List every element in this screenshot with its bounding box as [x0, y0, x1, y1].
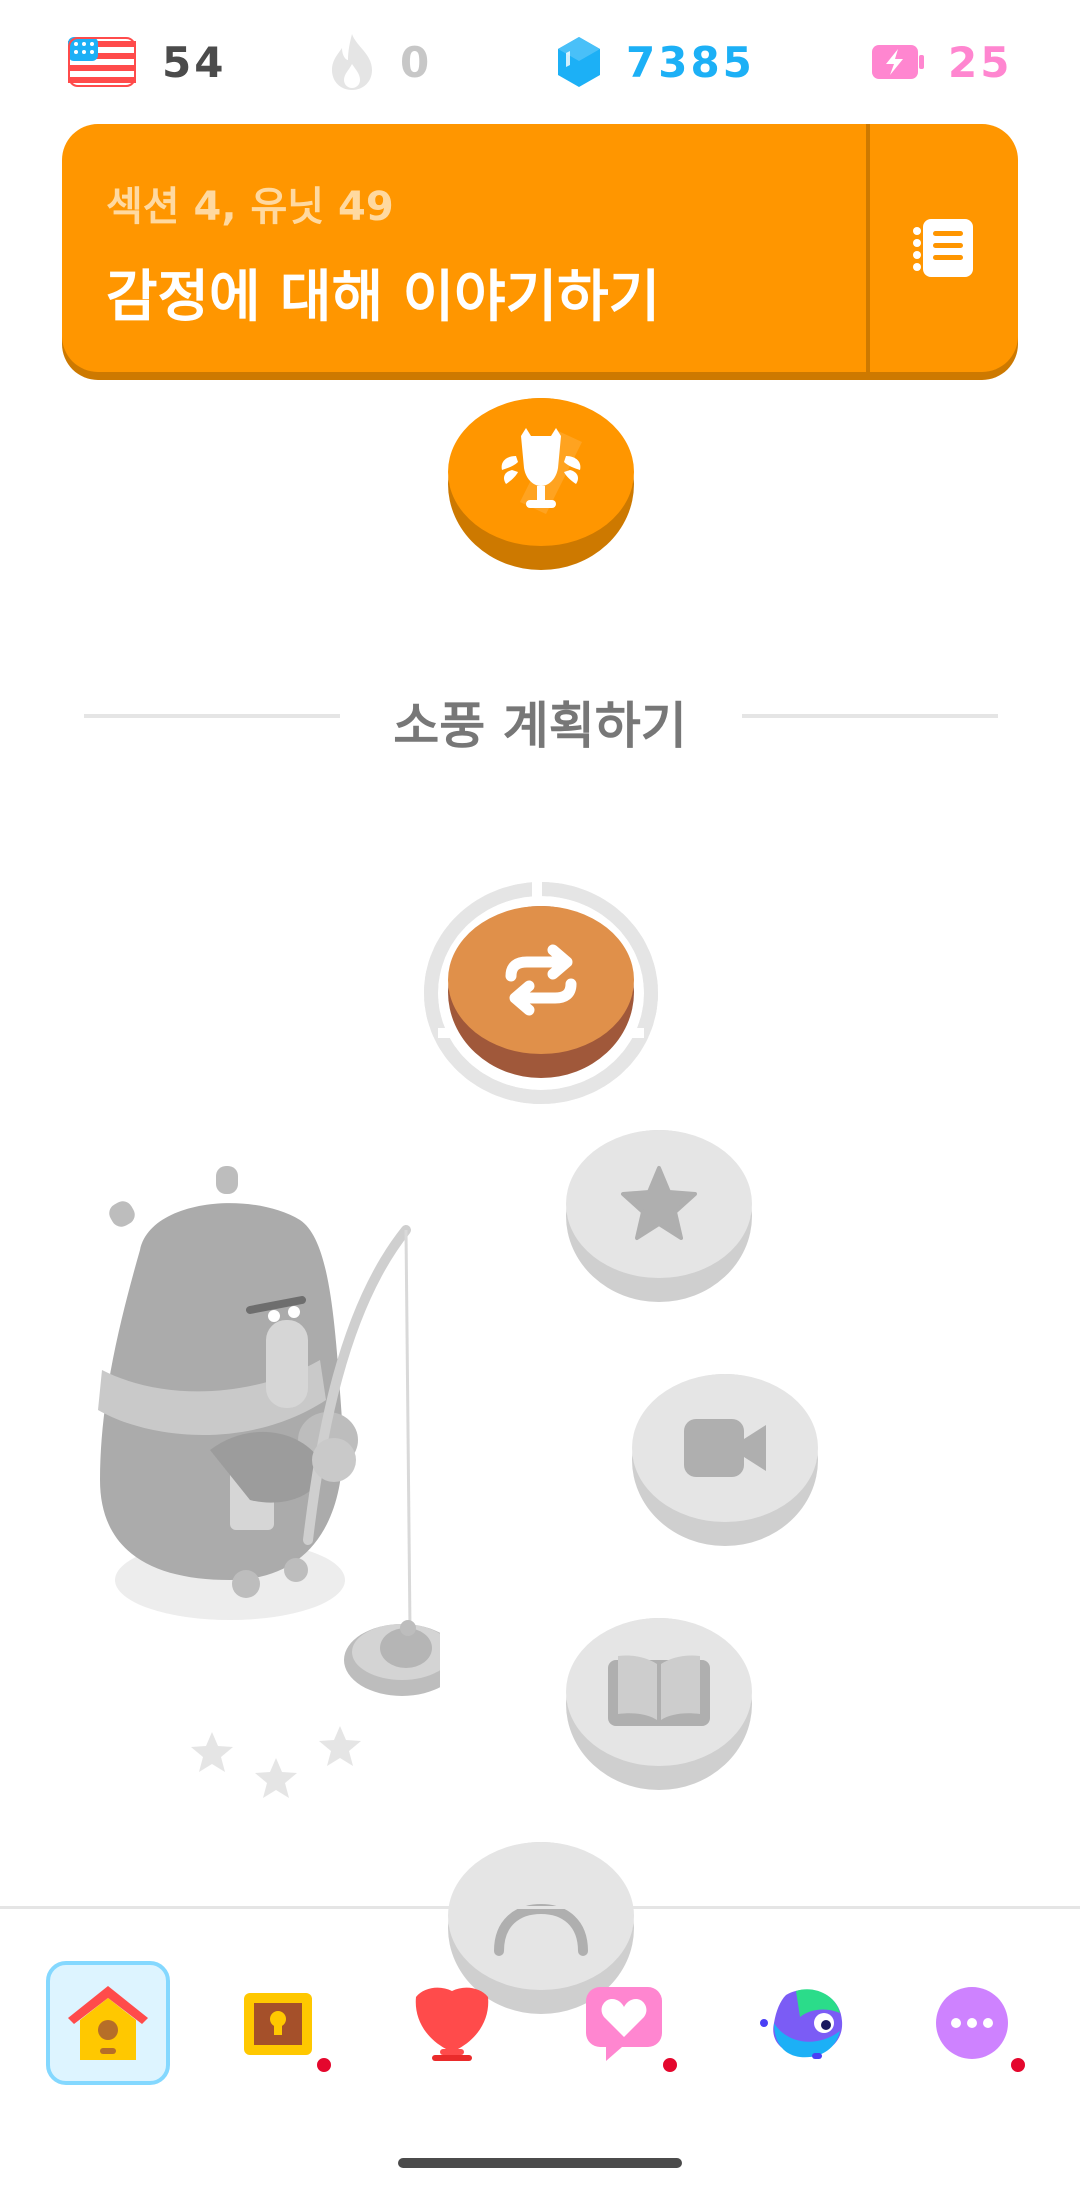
book-icon — [608, 1655, 710, 1726]
unit-title: 감정에 대해 이야기하기 — [106, 265, 661, 330]
trophy-icon — [501, 427, 582, 514]
section-unit-label: 섹션 4, 유닛 49 — [106, 184, 394, 230]
us-flag-icon — [68, 37, 136, 87]
repeat-icon — [505, 944, 577, 1016]
bottom-nav — [0, 1909, 1080, 2089]
tab-chest[interactable] — [216, 1961, 340, 2085]
streak-stat[interactable]: 0 — [326, 30, 432, 94]
badge-dot — [314, 2055, 334, 2075]
treasure-chest-icon — [244, 1993, 312, 2055]
home-indicator[interactable] — [398, 2158, 682, 2168]
language-count: 54 — [162, 37, 227, 87]
gem-icon — [558, 37, 600, 87]
more-icon — [936, 1987, 1008, 2059]
review-node-face — [448, 906, 634, 1054]
shield-icon — [415, 1987, 489, 2061]
fishing-mascot-illustration — [98, 1166, 440, 1798]
unit-banner[interactable]: 섹션 4, 유닛 49 감정에 대해 이야기하기 — [62, 124, 1018, 372]
tab-max[interactable] — [740, 1961, 864, 2085]
gems-stat[interactable]: 7385 — [556, 30, 755, 94]
badge-dot — [1008, 2055, 1028, 2075]
tab-leagues[interactable] — [390, 1961, 514, 2085]
battery-icon — [872, 45, 924, 79]
language-stat[interactable]: 54 — [68, 30, 226, 94]
lesson-node-face — [566, 1130, 752, 1278]
story-node-face — [566, 1618, 752, 1766]
trophy-node[interactable] — [448, 398, 634, 570]
video-node-locked[interactable] — [632, 1374, 818, 1546]
guidebook-icon — [913, 219, 973, 277]
tab-friends[interactable] — [562, 1961, 686, 2085]
badge-dot — [660, 2055, 680, 2075]
review-node[interactable] — [448, 906, 634, 1078]
lesson-node-locked[interactable] — [566, 1130, 752, 1302]
home-icon — [68, 1986, 148, 2060]
duo-max-icon — [760, 1989, 843, 2059]
gems-count: 7385 — [626, 37, 755, 87]
flame-icon — [332, 34, 372, 90]
star-icon — [621, 1165, 697, 1240]
section-divider-right — [742, 714, 998, 718]
video-icon — [684, 1418, 766, 1477]
energy-stat[interactable]: 25 — [870, 30, 1012, 94]
heart-chat-icon — [586, 1987, 662, 2061]
story-node-locked[interactable] — [566, 1618, 752, 1790]
video-node-face — [632, 1374, 818, 1522]
tab-more[interactable] — [910, 1961, 1034, 2085]
stats-bar: 54 0 7385 25 — [0, 0, 1080, 124]
trophy-node-face — [448, 398, 634, 546]
guidebook-button[interactable] — [870, 124, 1018, 372]
section-title: 소풍 계획하기 — [393, 697, 687, 755]
streak-count: 0 — [400, 37, 433, 87]
tab-learn[interactable] — [46, 1961, 170, 2085]
energy-count: 25 — [948, 37, 1013, 87]
